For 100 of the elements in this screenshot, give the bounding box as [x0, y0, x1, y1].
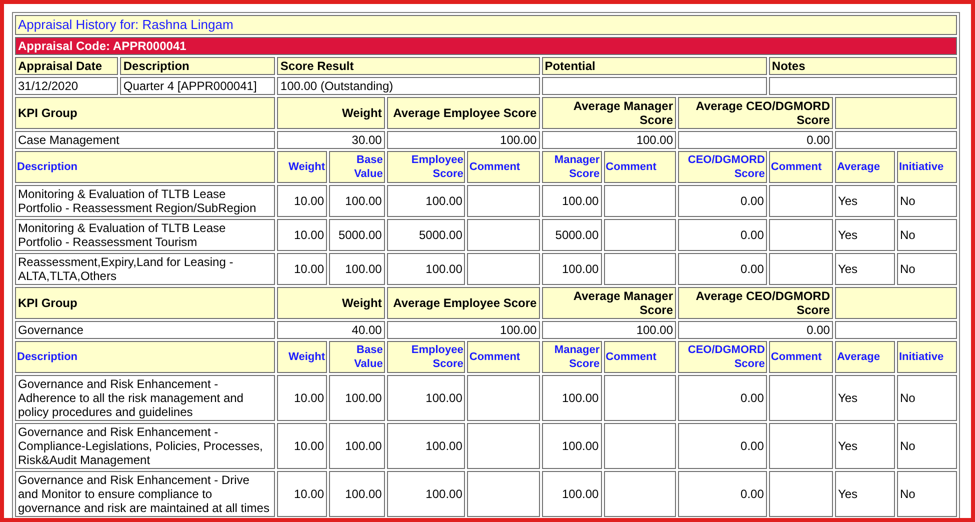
- column-header: Manager Score: [542, 151, 602, 183]
- column-header: Comment: [467, 151, 540, 183]
- table-cell: No: [896, 219, 957, 251]
- table-cell: Governance and Risk Enhancement - Drive and Monitor to ensure compliance to governance and risk are maintained at all times: [15, 471, 276, 517]
- table-cell: 30.00: [277, 131, 385, 149]
- column-header: Score Result: [277, 57, 540, 75]
- table-cell: 0.00: [678, 423, 767, 469]
- column-header: CEO/DGMORD Score: [678, 341, 767, 373]
- table-cell: Monitoring & Evaluation of TLTB Lease Portfolio - Reassessment Region/SubRegion: [15, 185, 276, 217]
- table-cell: 100.00: [386, 423, 466, 469]
- column-header: Average Employee Score: [386, 97, 540, 129]
- table-cell: Yes: [834, 423, 895, 469]
- table-cell: No: [896, 423, 957, 469]
- table-cell: 100.00 (Outstanding): [277, 77, 540, 95]
- table-cell: 100.00: [542, 375, 602, 421]
- column-header: Average CEO/DGMORD Score: [678, 287, 833, 319]
- column-header: CEO/DGMORD Score: [678, 151, 767, 183]
- column-header: Potential: [542, 57, 767, 75]
- table-cell: Yes: [834, 471, 895, 517]
- table-cell: Governance and Risk Enhancement - Compliance-Legislations, Policies, Processes, Risk&Audit Management: [15, 423, 276, 469]
- table-cell: 100.00: [329, 471, 385, 517]
- column-header: Weight: [277, 287, 385, 319]
- table-cell: 100.00: [542, 185, 602, 217]
- table-cell: Quarter 4 [APPR000041]: [120, 77, 276, 95]
- column-header: Initiative: [896, 341, 957, 373]
- table-cell: 0.00: [678, 321, 833, 339]
- table-cell: 5000.00: [386, 219, 466, 251]
- column-header: Comment: [604, 341, 676, 373]
- table-cell: 5000.00: [542, 219, 602, 251]
- table-cell: 100.00: [542, 321, 676, 339]
- table-cell: Governance and Risk Enhancement - Adherence to all the risk management and policy procedures and guidelines: [15, 375, 276, 421]
- table-cell: 0.00: [678, 471, 767, 517]
- column-header: Appraisal Date: [15, 57, 118, 75]
- table-cell: 100.00: [329, 423, 385, 469]
- table-cell: 10.00: [277, 185, 328, 217]
- column-header: KPI Group: [15, 287, 276, 319]
- column-header: Average Employee Score: [386, 287, 540, 319]
- table-cell: 0.00: [678, 375, 767, 421]
- table-cell: 0.00: [678, 219, 767, 251]
- table-cell: Yes: [834, 219, 895, 251]
- table-cell: 10.00: [277, 253, 328, 285]
- table-cell: No: [896, 375, 957, 421]
- table-cell: 0.00: [678, 253, 767, 285]
- column-header: Description: [120, 57, 276, 75]
- table-cell: 100.00: [386, 185, 466, 217]
- table-cell: 100.00: [542, 253, 602, 285]
- column-header: Employee Score: [386, 151, 466, 183]
- column-header: Comment: [768, 341, 833, 373]
- table-cell: 10.00: [277, 375, 328, 421]
- table-cell: 100.00: [386, 131, 540, 149]
- table-cell: Yes: [834, 185, 895, 217]
- table-cell: 5000.00: [329, 219, 385, 251]
- column-header: Weight: [277, 97, 385, 129]
- table-cell: 100.00: [329, 253, 385, 285]
- column-header: Average: [834, 151, 895, 183]
- column-header: Base Value: [329, 341, 385, 373]
- table-cell: 10.00: [277, 471, 328, 517]
- table-cell: Reassessment,Expiry,Land for Leasing - ALTA,TLTA,Others: [15, 253, 276, 285]
- table-cell: 100.00: [542, 471, 602, 517]
- table-cell: 10.00: [277, 219, 328, 251]
- column-header: Average: [834, 341, 895, 373]
- column-header: Average Manager Score: [542, 287, 676, 319]
- table-cell: 100.00: [386, 253, 466, 285]
- table-cell: 100.00: [329, 375, 385, 421]
- column-header: Comment: [604, 151, 676, 183]
- column-header: Employee Score: [386, 341, 466, 373]
- column-header: Notes: [768, 57, 957, 75]
- table-cell: 100.00: [386, 375, 466, 421]
- table-cell: 40.00: [277, 321, 385, 339]
- column-header: Comment: [467, 341, 540, 373]
- column-header: Weight: [277, 151, 328, 183]
- table-cell: 31/12/2020: [15, 77, 118, 95]
- table-cell: Case Management: [15, 131, 276, 149]
- table-cell: 100.00: [542, 423, 602, 469]
- table-cell: 10.00: [277, 423, 328, 469]
- table-cell: Monitoring & Evaluation of TLTB Lease Portfolio - Reassessment Tourism: [15, 219, 276, 251]
- column-header: Description: [15, 341, 276, 373]
- table-cell: 100.00: [386, 321, 540, 339]
- column-header: Weight: [277, 341, 328, 373]
- column-header: Average CEO/DGMORD Score: [678, 97, 833, 129]
- column-header: Comment: [768, 151, 833, 183]
- column-header: Base Value: [329, 151, 385, 183]
- table-cell: No: [896, 253, 957, 285]
- table-cell: No: [896, 471, 957, 517]
- table-cell: Yes: [834, 375, 895, 421]
- column-header: Manager Score: [542, 341, 602, 373]
- table-cell: 0.00: [678, 131, 833, 149]
- table-cell: 100.00: [542, 131, 676, 149]
- table-cell: 100.00: [329, 185, 385, 217]
- column-header: Initiative: [896, 151, 957, 183]
- column-header: Average Manager Score: [542, 97, 676, 129]
- column-header: Description: [15, 151, 276, 183]
- table-cell: Governance: [15, 321, 276, 339]
- table-cell: 0.00: [678, 185, 767, 217]
- appraisal-code-bar: Appraisal Code: APPR000041: [15, 37, 957, 55]
- table-cell: 100.00: [386, 471, 466, 517]
- page-title: Appraisal History for: Rashna Lingam: [15, 15, 957, 35]
- table-cell: No: [896, 185, 957, 217]
- table-cell: Yes: [834, 253, 895, 285]
- column-header: KPI Group: [15, 97, 276, 129]
